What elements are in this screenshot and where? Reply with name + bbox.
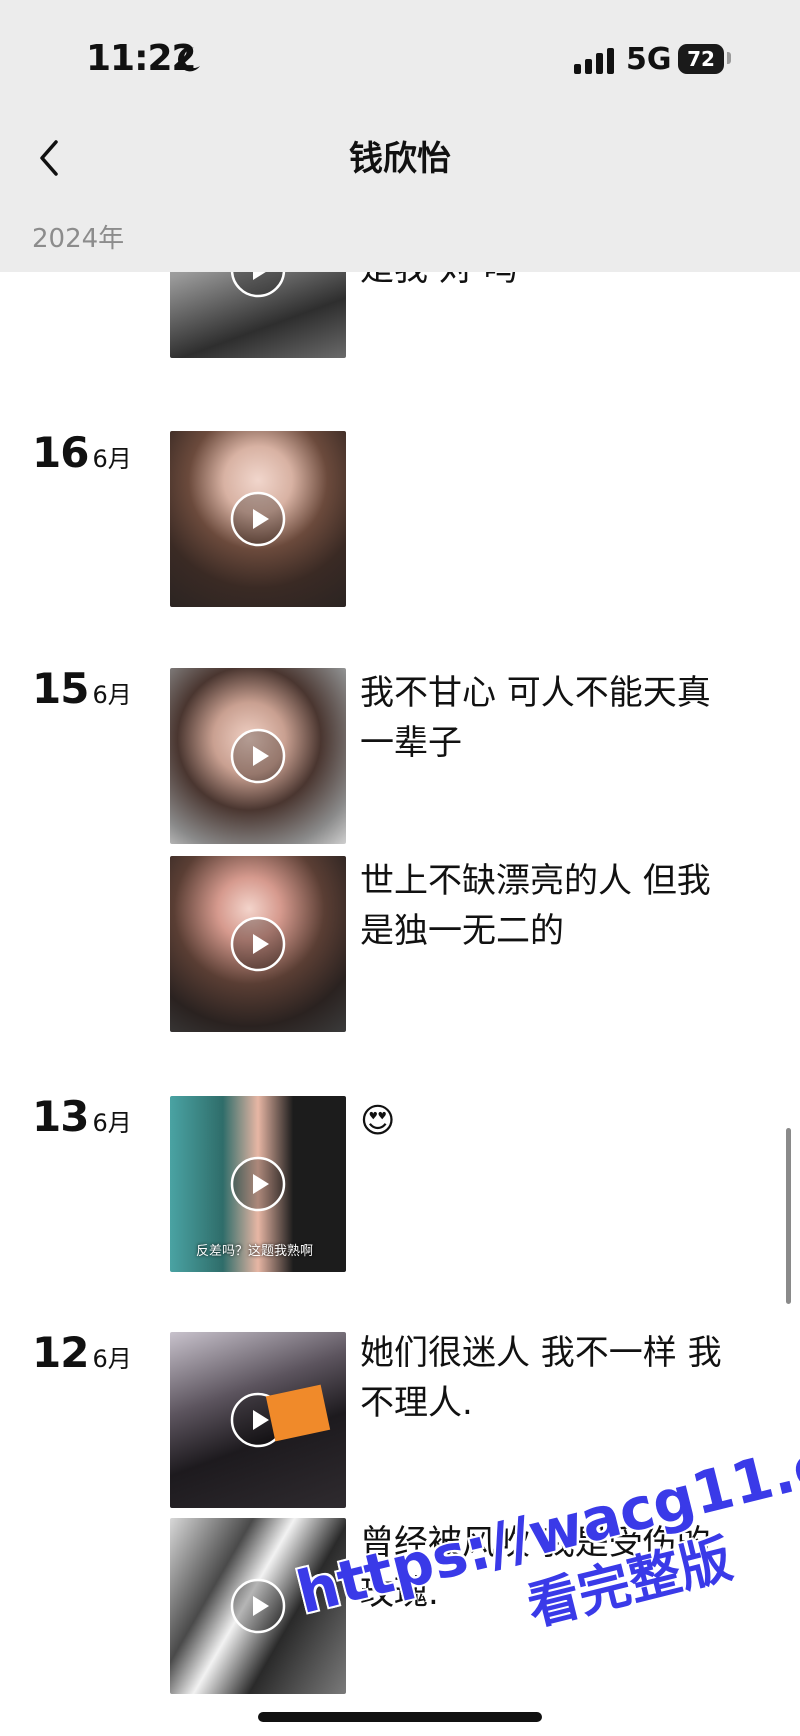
video-thumbnail[interactable] xyxy=(170,668,346,844)
home-indicator xyxy=(258,1712,542,1722)
play-icon xyxy=(230,272,286,298)
battery-level: 72 xyxy=(687,47,715,71)
date-day: 16 xyxy=(32,428,89,477)
date-day: 13 xyxy=(32,1092,89,1141)
network-label: 5G xyxy=(626,42,672,77)
play-icon xyxy=(230,728,286,784)
scrollbar[interactable] xyxy=(786,1128,791,1304)
play-icon xyxy=(230,1578,286,1634)
video-thumbnail[interactable] xyxy=(170,1332,346,1508)
post-caption: 世上不缺漂亮的人 但我是独一无二的 xyxy=(360,861,711,951)
video-thumbnail[interactable]: 反差吗？这题我熟啊 xyxy=(170,1096,346,1272)
post-date: 15 6月 xyxy=(32,664,132,713)
date-month: 6月 xyxy=(92,1109,132,1137)
status-bar: 11:22 5G 72 xyxy=(0,0,800,118)
post-caption: 是我 对 吗 xyxy=(360,272,740,294)
signal-icon xyxy=(574,48,614,74)
video-overlay-text: 反差吗？这题我熟啊 xyxy=(196,1244,314,1259)
post-caption: 她们很迷人 我不一样 我不理人. xyxy=(360,1333,722,1423)
year-label: 2024年 xyxy=(32,224,125,254)
date-day: 12 xyxy=(32,1328,89,1377)
video-thumbnail[interactable] xyxy=(170,431,346,607)
post-date: 16 6月 xyxy=(32,428,132,477)
play-icon xyxy=(230,491,286,547)
moon-icon xyxy=(178,47,200,72)
date-day: 15 xyxy=(32,664,89,713)
video-thumbnail[interactable] xyxy=(170,856,346,1032)
date-month: 6月 xyxy=(92,681,132,709)
post-date: 12 6月 xyxy=(32,1328,132,1377)
battery-indicator: 72 xyxy=(678,44,724,74)
orange-sticker xyxy=(265,1384,331,1442)
battery-tip xyxy=(727,52,731,64)
page-title: 钱欣怡 xyxy=(349,139,451,179)
date-month: 6月 xyxy=(92,1345,132,1373)
date-month: 6月 xyxy=(92,445,132,473)
year-header: 2024年 xyxy=(0,200,800,272)
post-caption: 😍 xyxy=(360,1101,396,1141)
post-date: 13 6月 xyxy=(32,1092,132,1141)
play-icon xyxy=(230,1156,286,1212)
nav-bar: 钱欣怡 xyxy=(0,118,800,201)
post-caption: 我不甘心 可人不能天真一辈子 xyxy=(360,673,711,763)
video-thumbnail[interactable] xyxy=(170,272,346,358)
play-icon xyxy=(230,916,286,972)
